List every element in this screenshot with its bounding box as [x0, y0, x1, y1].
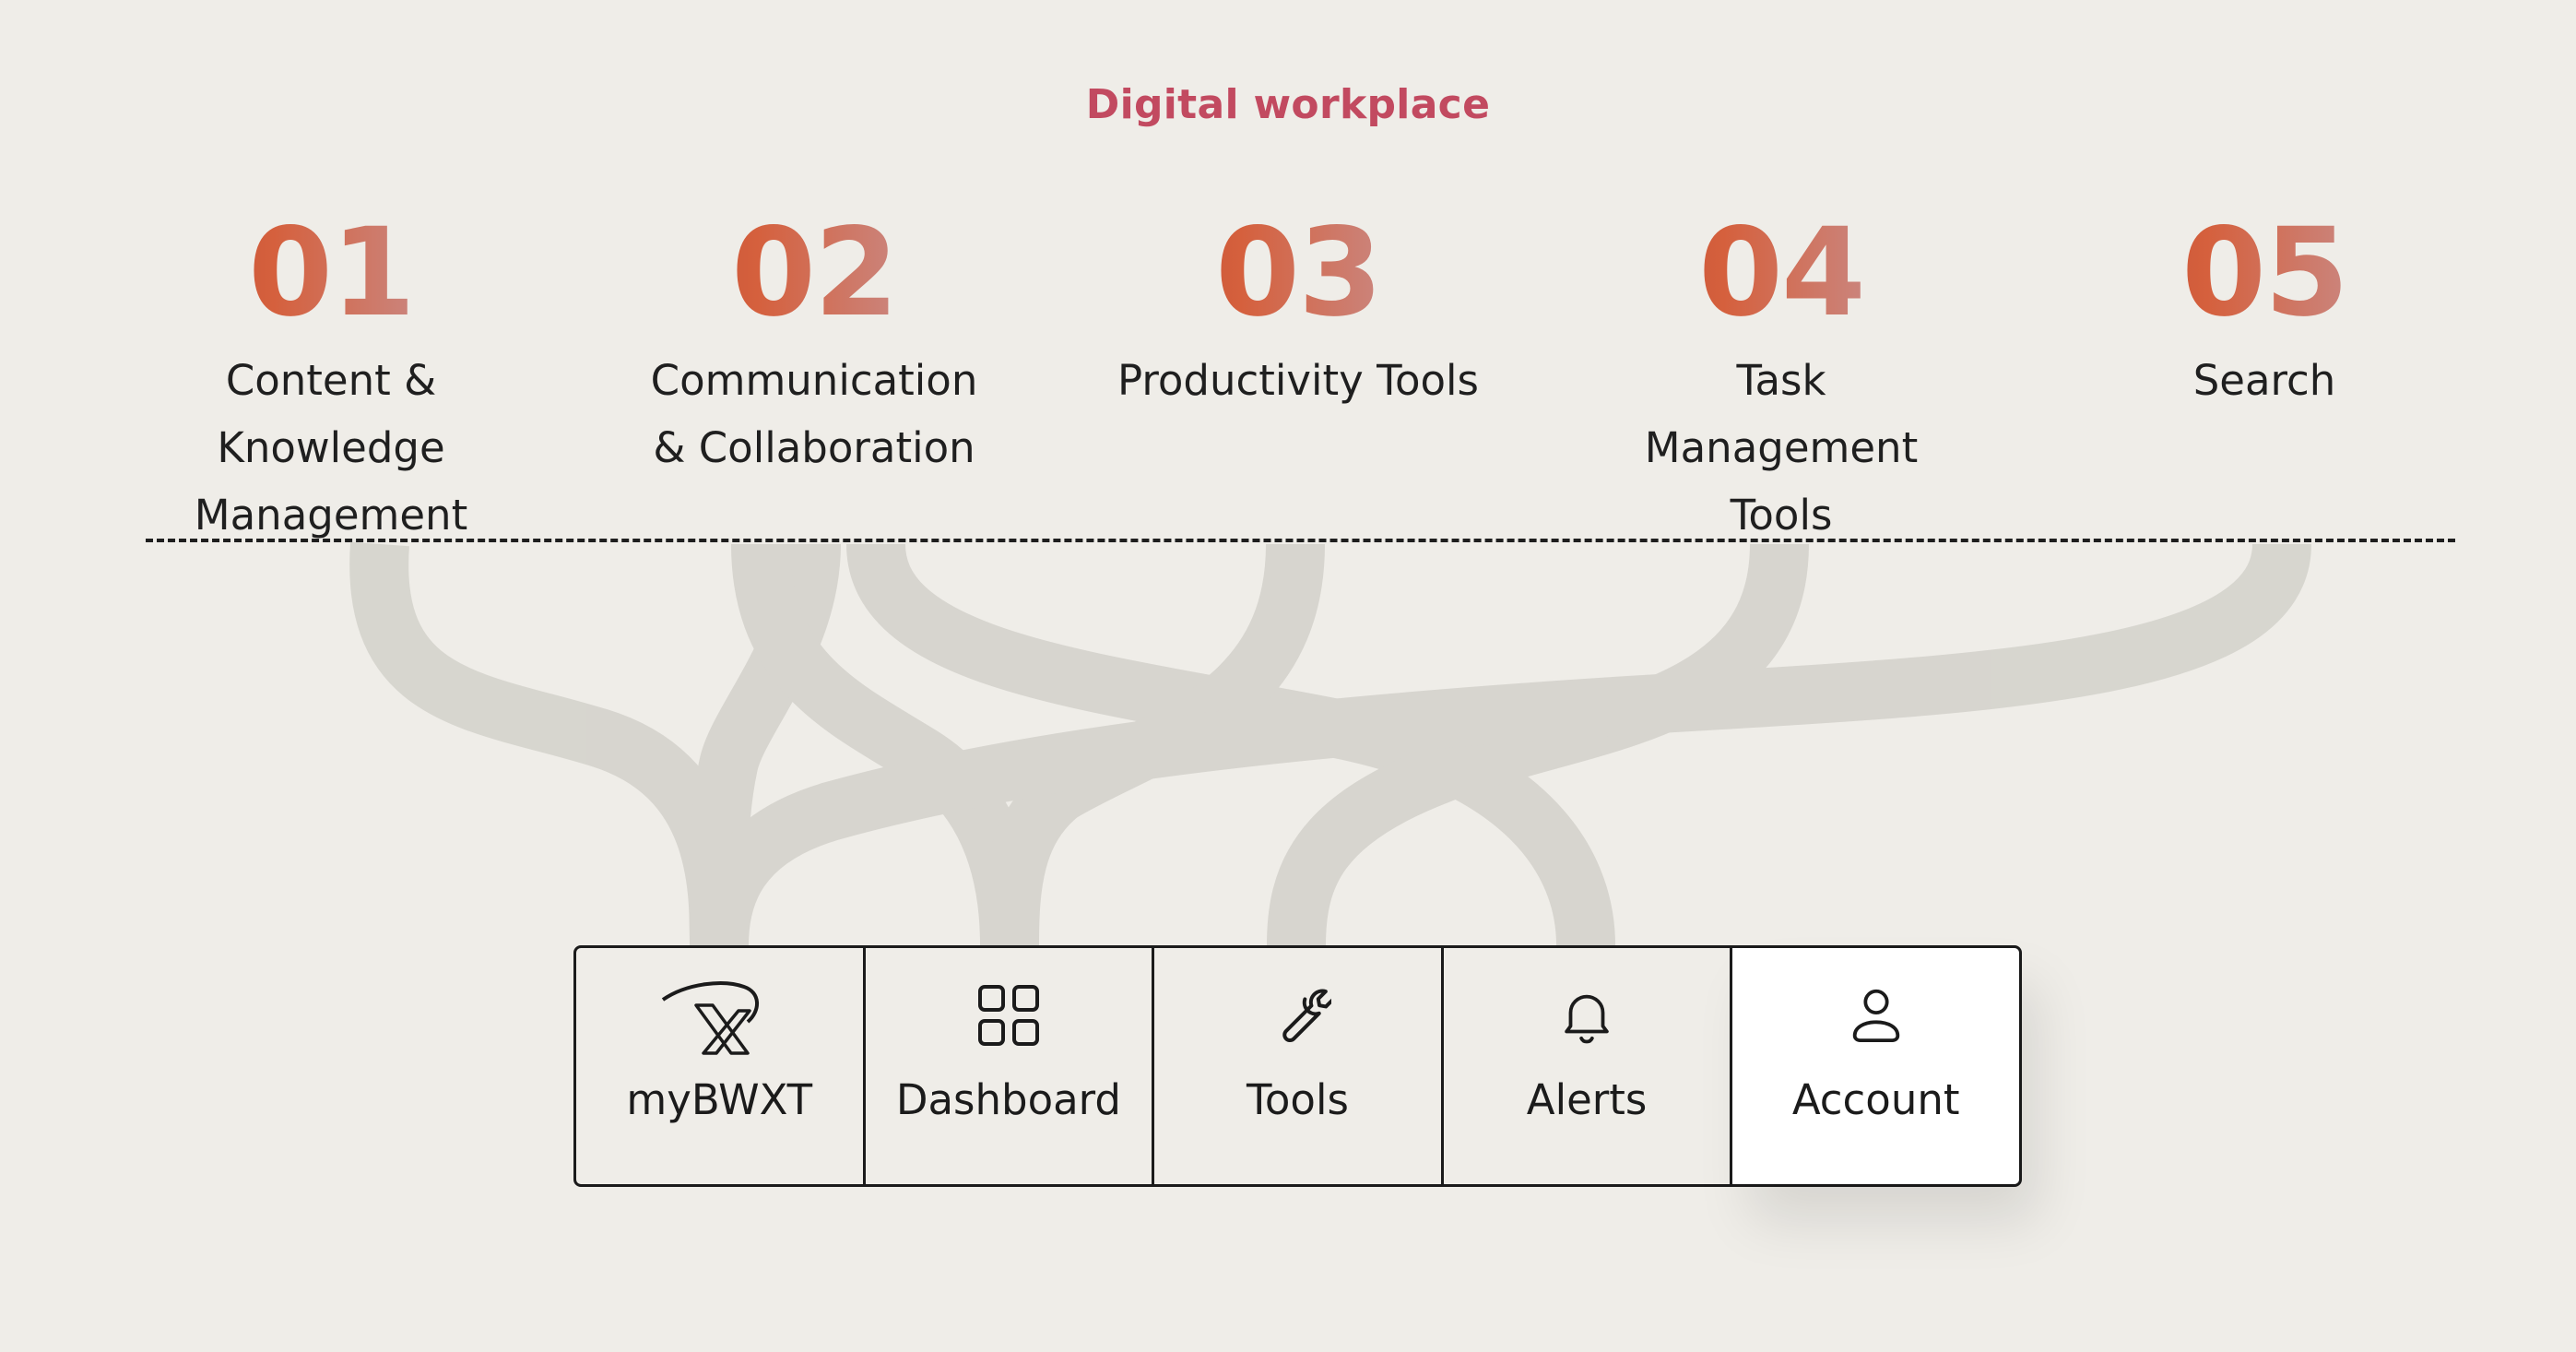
nav-tab-alerts[interactable]: Alerts: [1444, 948, 1733, 1184]
nav-tab-dashboard[interactable]: Dashboard: [866, 948, 1155, 1184]
bwxt-logo-icon: [659, 976, 779, 1055]
grid-icon: [976, 976, 1041, 1055]
nav-tab-label: Account: [1791, 1075, 1960, 1124]
wrench-icon: [1263, 976, 1332, 1055]
nav-tab-label: Dashboard: [895, 1075, 1121, 1124]
flow-content-to-mybwxt: [349, 541, 749, 946]
nav-tab-label: Tools: [1247, 1075, 1349, 1124]
nav-tab-tools[interactable]: Tools: [1154, 948, 1444, 1184]
nav-tab-mybwxt[interactable]: myBWXT: [576, 948, 866, 1184]
bottom-nav-dock: myBWXT Dashboard Tools Alerts Account: [573, 945, 2022, 1187]
nav-tab-account[interactable]: Account: [1732, 948, 2019, 1184]
user-icon: [1844, 976, 1908, 1055]
nav-tab-label: myBWXT: [626, 1075, 813, 1124]
bell-icon: [1554, 976, 1619, 1055]
nav-tab-label: Alerts: [1526, 1075, 1648, 1124]
